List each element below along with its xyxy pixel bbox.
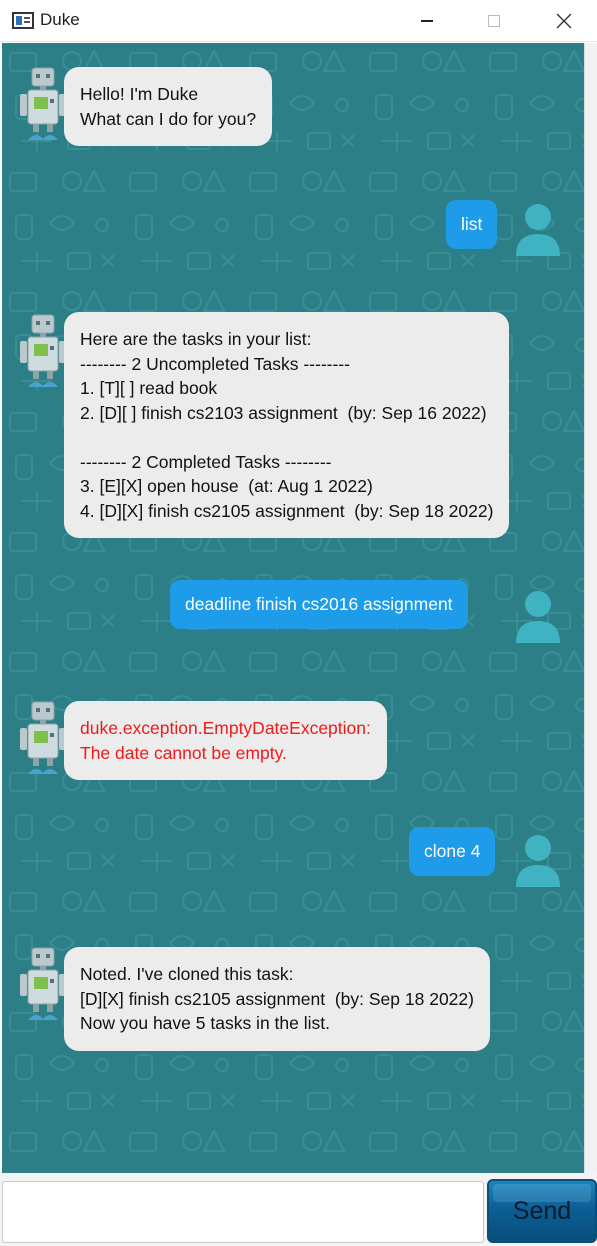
close-button[interactable] (540, 0, 588, 42)
minimize-button[interactable] (403, 0, 451, 42)
bot-message: Noted. I've cloned this task: [D][X] fin… (64, 947, 490, 1051)
bot-avatar (16, 698, 68, 780)
robot-icon (20, 67, 66, 140)
user-avatar (512, 589, 564, 645)
bot-message: Here are the tasks in your list: -------… (64, 312, 510, 538)
app-icon (12, 12, 34, 29)
user-icon (516, 835, 560, 887)
maximize-icon (488, 15, 500, 27)
bot-avatar (16, 944, 68, 1026)
user-icon (516, 204, 560, 256)
user-message: clone 4 (409, 827, 496, 876)
chat-scroll-pane[interactable]: Hello! I'm Duke What can I do for you? l… (2, 43, 584, 1173)
maximize-button[interactable] (470, 0, 518, 42)
send-button[interactable]: Send (487, 1179, 597, 1243)
user-avatar (512, 202, 564, 258)
bot-error-message: duke.exception.EmptyDateException: The d… (64, 701, 387, 780)
bot-message: Hello! I'm Duke What can I do for you? (64, 67, 273, 146)
user-message: deadline finish cs2016 assignment (170, 580, 468, 629)
send-button-label: Send (512, 1196, 572, 1225)
user-message: list (446, 200, 498, 249)
user-avatar (512, 833, 564, 889)
close-icon (556, 13, 572, 29)
title-bar: Duke (0, 0, 597, 42)
user-icon (516, 591, 560, 643)
bot-avatar (16, 311, 68, 393)
robot-icon (20, 701, 66, 774)
input-bar: Send (0, 1173, 597, 1246)
window-title: Duke (40, 10, 80, 29)
minimize-icon (421, 20, 433, 22)
robot-icon (20, 314, 66, 387)
message-input[interactable] (2, 1181, 484, 1243)
vertical-scrollbar[interactable] (584, 43, 597, 1173)
robot-icon (20, 947, 66, 1020)
bot-avatar (16, 64, 68, 146)
